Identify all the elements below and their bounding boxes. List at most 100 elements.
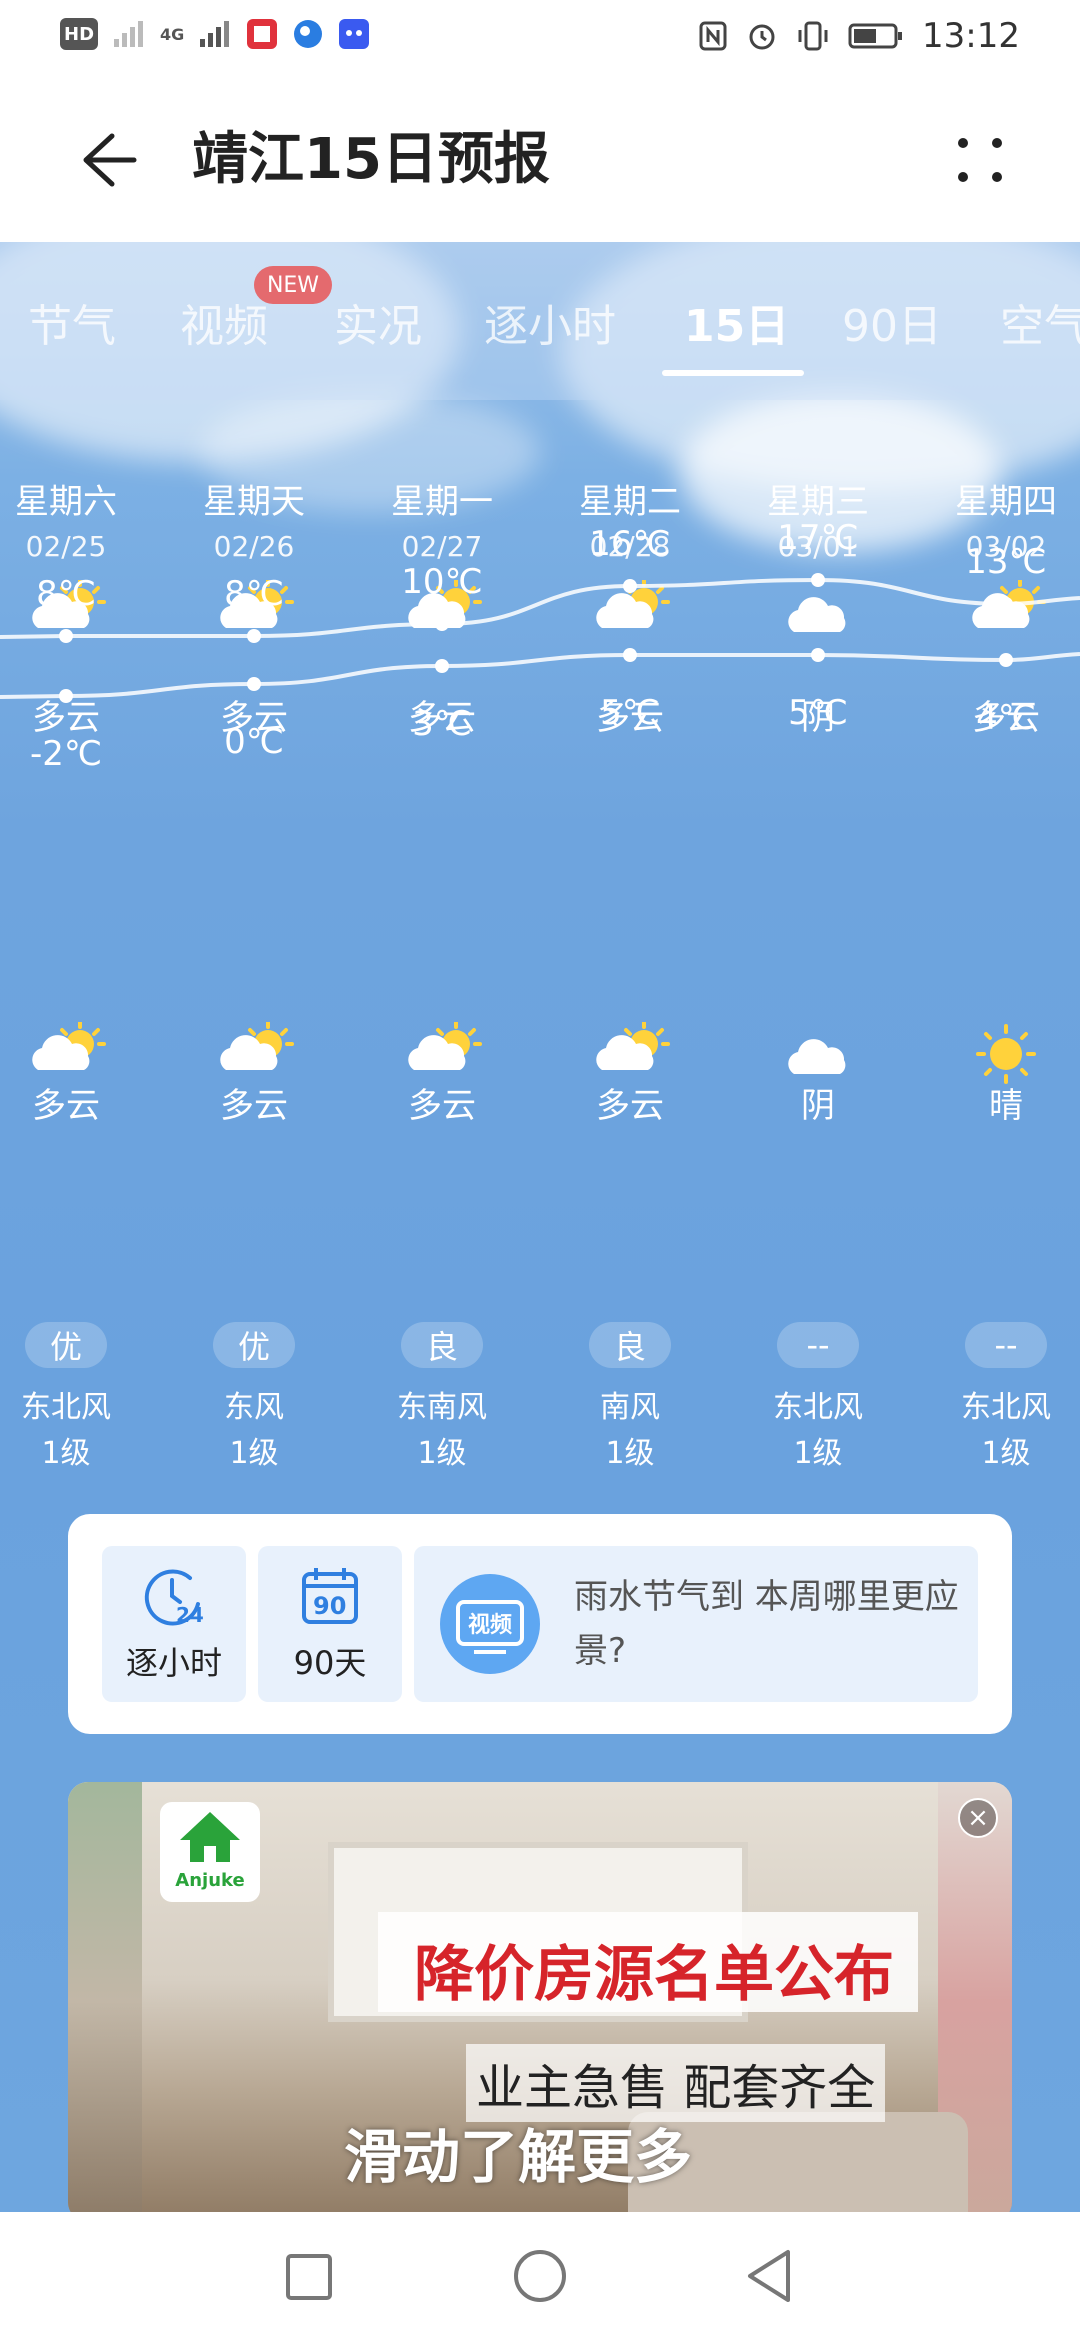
- weekday-label: 星期三: [767, 482, 869, 522]
- ad-banner[interactable]: Anjuke × 降价房源名单公布 业主急售 配套齐全 滑动了解更多: [68, 1782, 1012, 2212]
- ad-cta[interactable]: 滑动了解更多: [344, 2110, 692, 2194]
- low-temp-label: 3℃: [412, 704, 472, 744]
- wind-level: 1级: [229, 1436, 279, 1471]
- low-temp-label: -2℃: [29, 734, 103, 774]
- wind-direction: 东北风: [773, 1390, 863, 1425]
- ad-brand: Anjuke: [175, 1870, 245, 1891]
- recent-apps-icon[interactable]: [284, 2252, 334, 2302]
- wind-level: 1级: [605, 1436, 655, 1471]
- air-quality-badge: 优: [213, 1322, 295, 1368]
- day-column[interactable]: 星期六 02/25 多云 8℃ -2℃ 多云优东北风 1级: [0, 242, 160, 1472]
- weekday-label: 星期天: [203, 482, 305, 522]
- calendar-90-icon: 90: [302, 1568, 358, 1624]
- 90-day-button[interactable]: 90 90天: [258, 1546, 402, 1702]
- wind-direction: 东北风: [21, 1390, 111, 1425]
- air-quality-badge: 良: [589, 1322, 671, 1368]
- partly-cloudy-icon: [912, 580, 1080, 644]
- weekday-label: 星期二: [579, 482, 681, 522]
- night-condition: 阴: [801, 1086, 835, 1126]
- partly-cloudy-icon: [536, 580, 724, 644]
- day-column[interactable]: 星期三 03/01 阴 17℃ 5℃ 阴 -- 东北风 1级: [724, 242, 912, 1472]
- date-label: 02/25: [25, 530, 107, 563]
- nfc-icon: [699, 21, 727, 51]
- low-temp-label: 4℃: [976, 698, 1036, 738]
- wind-level: 1级: [981, 1436, 1031, 1471]
- alarm-icon: [749, 24, 775, 50]
- weekday-label: 星期六: [15, 482, 117, 522]
- status-bar: HD 4G 13:12: [0, 0, 1080, 76]
- 90-day-label: 90天: [293, 1644, 367, 1682]
- house-icon: [180, 1812, 240, 1862]
- clock-24-label: 24: [176, 1603, 204, 1627]
- wind-level: 1级: [41, 1436, 91, 1471]
- calendar-90-label: 90: [313, 1592, 346, 1620]
- partly-cloudy-icon: [160, 1022, 348, 1086]
- night-condition: 多云: [596, 1086, 664, 1126]
- wind-level: 1级: [793, 1436, 843, 1471]
- signal-icon: [114, 21, 144, 47]
- hd-indicator: HD: [60, 18, 99, 50]
- day-column[interactable]: 星期四 03/02 多云 13℃ 4℃ 晴 -- 东北风 1级: [912, 242, 1080, 1472]
- wind-level: 1级: [417, 1436, 467, 1471]
- low-temp-label: 0℃: [224, 722, 284, 762]
- home-icon[interactable]: [512, 2248, 568, 2304]
- wind-direction: 东风: [224, 1390, 284, 1425]
- air-quality-badge: --: [965, 1322, 1047, 1368]
- more-menu-icon[interactable]: [950, 130, 1010, 190]
- quick-links-card: 24 逐小时 90 90天 视频 雨水节气到 本周哪里更应景?: [68, 1514, 1012, 1734]
- weekday-label: 星期四: [955, 482, 1057, 522]
- day-column[interactable]: 星期天 02/26 多云 8℃ 0℃ 多云优东风 1级: [160, 242, 348, 1472]
- low-temp-label: 5℃: [788, 693, 848, 733]
- browser-app-icon: [294, 20, 323, 48]
- video-promo-text: 雨水节气到 本周哪里更应景?: [574, 1577, 959, 1671]
- high-temp-label: 13℃: [965, 542, 1047, 582]
- sun-icon: [912, 1022, 1080, 1086]
- night-condition: 多云: [32, 1086, 100, 1126]
- wind-direction: 东北风: [961, 1390, 1051, 1425]
- cloud-icon: [724, 580, 912, 644]
- day-column[interactable]: 星期一 02/27 多云 10℃ 3℃ 多云良东南风 1级: [348, 242, 536, 1472]
- high-temp-label: 8℃: [36, 574, 96, 614]
- partly-cloudy-icon: [348, 1022, 536, 1086]
- cloud-icon: [724, 1022, 912, 1086]
- date-label: 02/26: [213, 530, 295, 563]
- video-icon: 视频: [440, 1574, 540, 1674]
- status-left: HD 4G: [60, 18, 370, 50]
- battery-icon: [848, 23, 903, 49]
- high-temp-label: 17℃: [777, 518, 859, 558]
- vibrate-icon: [798, 21, 828, 51]
- wind-direction: 东南风: [397, 1390, 487, 1425]
- night-condition: 多云: [220, 1086, 288, 1126]
- partly-cloudy-icon: [536, 1022, 724, 1086]
- status-right: 13:12: [698, 16, 1020, 56]
- network-4g-label: 4G: [160, 24, 185, 44]
- ad-side-blur-left: [68, 1782, 142, 2212]
- forecast-panel: 节气 视频 NEW 实况 逐小时 15日 90日 空气 星期六 02/25 多云 8℃…: [0, 242, 1080, 2212]
- air-quality-badge: --: [777, 1322, 859, 1368]
- air-quality-badge: 良: [401, 1322, 483, 1368]
- ad-close-icon[interactable]: ×: [958, 1798, 998, 1838]
- day-condition: 多云: [32, 698, 100, 738]
- app-bar: 靖江15日预报: [0, 76, 1080, 242]
- weekday-label: 星期一: [391, 482, 493, 522]
- video-promo-button[interactable]: 视频 雨水节气到 本周哪里更应景?: [414, 1546, 978, 1702]
- assistant-app-icon: [339, 19, 370, 49]
- back-arrow-icon[interactable]: [70, 124, 142, 196]
- day-column[interactable]: 星期二 02/28 多云 16℃ 5℃ 多云良南风 1级: [536, 242, 724, 1472]
- ad-headline: 降价房源名单公布: [414, 1940, 894, 2010]
- low-temp-label: 5℃: [600, 693, 660, 733]
- high-temp-label: 16℃: [589, 524, 671, 564]
- date-label: 02/27: [401, 530, 483, 563]
- hourly-label: 逐小时: [125, 1644, 222, 1682]
- ad-logo: Anjuke: [160, 1802, 260, 1902]
- wind-direction: 南风: [600, 1390, 660, 1425]
- back-icon[interactable]: [744, 2248, 794, 2304]
- night-condition: 多云: [408, 1086, 476, 1126]
- system-nav-bar: [0, 2212, 1080, 2340]
- hourly-button[interactable]: 24 逐小时: [102, 1546, 246, 1702]
- high-temp-label: 8℃: [224, 574, 284, 614]
- partly-cloudy-icon: [0, 1022, 160, 1086]
- video-icon-label: 视频: [468, 1612, 512, 1638]
- high-temp-label: 10℃: [401, 562, 483, 602]
- book-app-icon: [247, 19, 278, 49]
